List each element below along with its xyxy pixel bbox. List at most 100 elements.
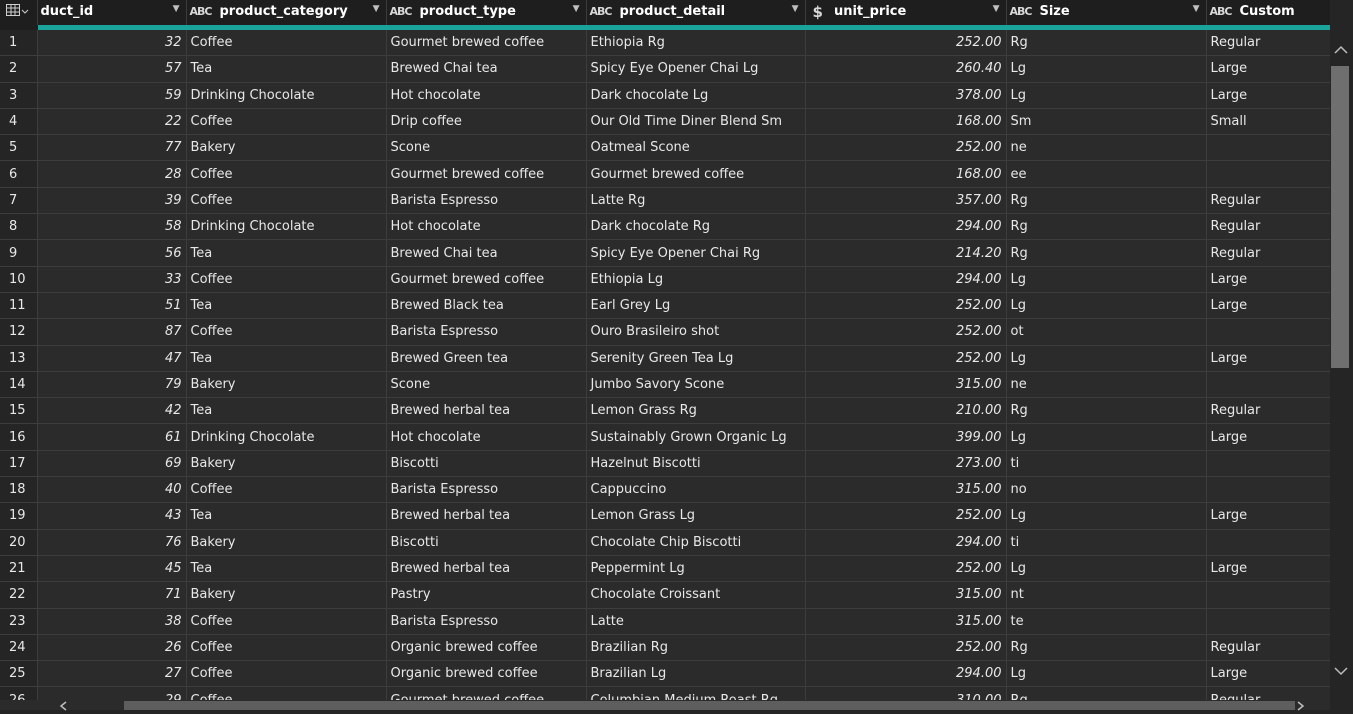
cell-product-category[interactable]: Bakery [186, 450, 387, 478]
cell-size[interactable]: te [1006, 608, 1207, 635]
row-number[interactable]: 8 [0, 213, 38, 241]
cell-product-id[interactable]: 58 [37, 213, 187, 241]
cell-product-category[interactable]: Coffee [186, 476, 387, 504]
cell-size[interactable]: Rg [1006, 239, 1207, 267]
table-row[interactable]: 15 42 Tea Brewed herbal tea Lemon Grass Rg 21… [0, 397, 1330, 425]
cell-size[interactable]: Lg [1006, 345, 1207, 372]
cell-product-id[interactable]: 56 [37, 239, 187, 267]
cell-product-id[interactable]: 39 [37, 187, 187, 215]
table-row[interactable]: 25 27 Coffee Organic brewed coffee Brazilian… [0, 660, 1330, 688]
row-number[interactable]: 23 [0, 608, 38, 635]
row-number[interactable]: 22 [0, 581, 38, 609]
cell-product-category[interactable]: Bakery [186, 134, 387, 162]
chevron-down-icon[interactable] [1334, 665, 1348, 679]
cell-custom[interactable]: Large [1206, 555, 1330, 583]
cell-product-id[interactable]: 79 [37, 371, 187, 399]
cell-product-category[interactable]: Drinking Chocolate [186, 82, 387, 109]
table-row[interactable]: 11 51 Tea Brewed Black tea Earl Grey Lg 252.0… [0, 292, 1330, 320]
cell-product-detail[interactable]: Latte Rg [586, 187, 806, 215]
column-header-size[interactable]: ABC Size ▼ [1006, 0, 1207, 30]
cell-size[interactable]: Rg [1006, 397, 1207, 425]
cell-product-id[interactable]: 27 [37, 660, 187, 688]
cell-product-detail[interactable]: Ethiopia Rg [586, 27, 806, 57]
cell-product-id[interactable]: 43 [37, 502, 187, 530]
cell-product-id[interactable]: 45 [37, 555, 187, 583]
cell-unit-price[interactable]: 252.00 [805, 318, 1007, 346]
cell-unit-price[interactable]: 252.00 [805, 555, 1007, 583]
cell-product-category[interactable]: Tea [186, 239, 387, 267]
cell-product-id[interactable]: 57 [37, 55, 187, 83]
cell-unit-price[interactable]: 252.00 [805, 292, 1007, 320]
cell-unit-price[interactable]: 315.00 [805, 608, 1007, 635]
cell-size[interactable]: Lg [1006, 266, 1207, 293]
cell-custom[interactable]: Regular [1206, 634, 1330, 662]
cell-product-id[interactable]: 87 [37, 318, 187, 346]
cell-product-id[interactable]: 59 [37, 82, 187, 109]
cell-product-id[interactable]: 61 [37, 423, 187, 451]
table-row[interactable]: 14 79 Bakery Scone Jumbo Savory Scone 315.00 n… [0, 371, 1330, 399]
cell-unit-price[interactable]: 168.00 [805, 160, 1007, 188]
cell-product-type[interactable]: Hot chocolate [386, 213, 587, 241]
column-header-product-id[interactable]: duct_id ▼ [37, 0, 187, 30]
cell-product-id[interactable]: 28 [37, 160, 187, 188]
cell-product-category[interactable]: Coffee [186, 660, 387, 688]
cell-unit-price[interactable]: 252.00 [805, 345, 1007, 372]
cell-product-category[interactable]: Coffee [186, 266, 387, 293]
cell-size[interactable]: Lg [1006, 423, 1207, 451]
cell-unit-price[interactable]: 294.00 [805, 529, 1007, 556]
row-number[interactable]: 1 [0, 27, 38, 57]
table-menu-button[interactable] [0, 0, 38, 30]
row-number[interactable]: 20 [0, 529, 38, 556]
cell-product-category[interactable]: Tea [186, 292, 387, 320]
cell-product-type[interactable]: Brewed herbal tea [386, 555, 587, 583]
cell-product-id[interactable]: 76 [37, 529, 187, 556]
cell-custom[interactable]: Regular [1206, 187, 1330, 215]
cell-product-type[interactable]: Brewed Black tea [386, 292, 587, 320]
table-row[interactable]: 13 47 Tea Brewed Green tea Serenity Green Te… [0, 345, 1330, 372]
cell-unit-price[interactable]: 252.00 [805, 634, 1007, 662]
cell-custom[interactable]: Large [1206, 345, 1330, 372]
cell-unit-price[interactable]: 315.00 [805, 476, 1007, 504]
cell-product-category[interactable]: Drinking Chocolate [186, 213, 387, 241]
chevron-down-icon[interactable]: ▼ [1193, 4, 1200, 14]
cell-product-detail[interactable]: Latte [586, 608, 806, 635]
row-number[interactable]: 3 [0, 82, 38, 109]
table-row[interactable]: 7 39 Coffee Barista Espresso Latte Rg 357.00 R… [0, 187, 1330, 215]
cell-product-id[interactable]: 40 [37, 476, 187, 504]
cell-size[interactable]: ti [1006, 529, 1207, 556]
cell-product-category[interactable]: Coffee [186, 634, 387, 662]
column-header-product-detail[interactable]: ABC product_detail ▼ [586, 0, 806, 30]
cell-custom[interactable]: Regular [1206, 686, 1330, 700]
cell-product-type[interactable]: Gourmet brewed coffee [386, 27, 587, 57]
cell-custom[interactable] [1206, 450, 1330, 478]
cell-custom[interactable]: Large [1206, 266, 1330, 293]
cell-custom[interactable]: Regular [1206, 239, 1330, 267]
cell-product-detail[interactable]: Earl Grey Lg [586, 292, 806, 320]
cell-product-detail[interactable]: Columbian Medium Roast Rg [586, 686, 806, 700]
row-number[interactable]: 25 [0, 660, 38, 688]
cell-custom[interactable] [1206, 581, 1330, 609]
cell-product-type[interactable]: Organic brewed coffee [386, 660, 587, 688]
cell-unit-price[interactable]: 252.00 [805, 502, 1007, 530]
vertical-scroll-thumb[interactable] [1331, 66, 1349, 368]
cell-custom[interactable]: Small [1206, 108, 1330, 136]
cell-product-detail[interactable]: Chocolate Chip Biscotti [586, 529, 806, 556]
cell-product-type[interactable]: Hot chocolate [386, 82, 587, 109]
row-number[interactable]: 9 [0, 239, 38, 267]
cell-unit-price[interactable]: 294.00 [805, 266, 1007, 293]
chevron-down-icon[interactable]: ▼ [792, 4, 799, 14]
cell-product-type[interactable]: Pastry [386, 581, 587, 609]
column-header-product-category[interactable]: ABC product_category ▼ [186, 0, 387, 30]
chevron-down-icon[interactable]: ▼ [573, 4, 580, 14]
cell-product-detail[interactable]: Sustainably Grown Organic Lg [586, 423, 806, 451]
cell-size[interactable]: Sm [1006, 108, 1207, 136]
table-row[interactable]: 2 57 Tea Brewed Chai tea Spicy Eye Opener Ch… [0, 55, 1330, 83]
cell-custom[interactable] [1206, 608, 1330, 635]
cell-size[interactable]: nt [1006, 581, 1207, 609]
row-number[interactable]: 15 [0, 397, 38, 425]
row-number[interactable]: 10 [0, 266, 38, 293]
table-row[interactable]: 9 56 Tea Brewed Chai tea Spicy Eye Opener Ch… [0, 239, 1330, 267]
cell-product-id[interactable]: 69 [37, 450, 187, 478]
cell-product-detail[interactable]: Brazilian Lg [586, 660, 806, 688]
cell-product-category[interactable]: Tea [186, 502, 387, 530]
